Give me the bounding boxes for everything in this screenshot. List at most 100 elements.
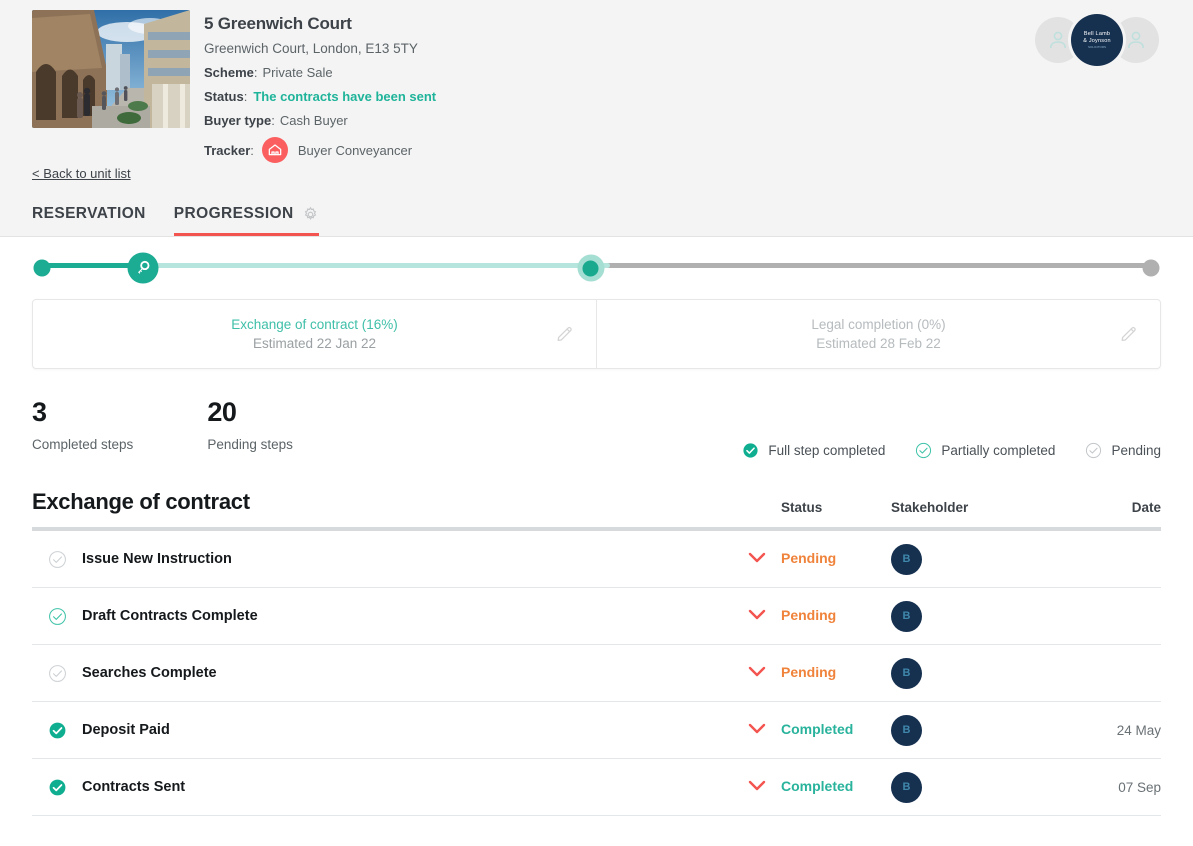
brand-line1: Bell Lamb: [1083, 30, 1111, 37]
tab-progression[interactable]: PROGRESSION: [173, 205, 319, 236]
step-status-icon[interactable]: [32, 778, 82, 797]
milestone-title: Legal completion (0%): [811, 317, 946, 332]
stat-pending-steps: 20 Pending steps: [207, 397, 293, 452]
status-badge: Completed: [781, 778, 854, 794]
buyer-type-row: Buyer type: Cash Buyer: [204, 113, 348, 128]
milestone-cards: Exchange of contract (16%) Estimated 22 …: [32, 299, 1161, 369]
expand-row-button[interactable]: [733, 664, 781, 682]
edit-milestone-legal-button[interactable]: [1119, 325, 1138, 344]
pencil-icon: [557, 326, 572, 341]
step-status-icon[interactable]: [32, 664, 82, 683]
status-row: Status: The contracts have been sent: [204, 89, 437, 104]
stat-label: Completed steps: [32, 437, 134, 452]
expand-row-button[interactable]: [733, 778, 781, 796]
stakeholder-avatar[interactable]: B: [891, 543, 922, 575]
step-status-icon[interactable]: [32, 721, 82, 740]
key-icon: [127, 252, 159, 284]
property-address: Greenwich Court, London, E13 5TY: [204, 41, 418, 56]
stakeholder-avatar[interactable]: B: [891, 657, 922, 689]
avatar-brand[interactable]: Bell Lamb & Joynson SOLICITORS: [1071, 14, 1123, 66]
check-filled-icon: [49, 722, 65, 738]
edit-milestone-exchange-button[interactable]: [555, 325, 574, 344]
stats-and-legend: 3 Completed steps 20 Pending steps Full …: [32, 397, 1161, 465]
property-title: 5 Greenwich Court: [204, 14, 352, 33]
step-status: Completed: [781, 721, 891, 739]
stakeholder-cell: B: [891, 600, 1041, 632]
step-name: Draft Contracts Complete: [82, 608, 258, 624]
table-header: Exchange of contract Status Stakeholder …: [32, 489, 1161, 531]
progress-dot-icon: [33, 259, 51, 277]
milestone-card-legal-completion: Legal completion (0%) Estimated 28 Feb 2…: [596, 300, 1160, 368]
chevron-down-icon: [748, 780, 766, 791]
expand-row-button[interactable]: [733, 607, 781, 625]
user-avatar-icon: [1128, 31, 1144, 49]
section-title: Exchange of contract: [32, 489, 250, 514]
check-filled-icon: [742, 442, 759, 459]
tracker-row: Tracker: Buyer Conveyancer: [204, 137, 436, 163]
check-outline-gray-icon-glyph: [1086, 442, 1102, 459]
stakeholder-initial: B: [902, 780, 911, 793]
stakeholder-avatar[interactable]: B: [891, 771, 922, 803]
status-badge: Pending: [781, 664, 837, 680]
tab-bar: RESERVATION PROGRESSION: [32, 205, 319, 236]
status-badge: Pending: [781, 550, 837, 566]
key-icon-glyph: [137, 260, 150, 274]
step-status-icon[interactable]: [32, 550, 82, 569]
milestone-card-exchange: Exchange of contract (16%) Estimated 22 …: [33, 300, 596, 368]
check-outline-gray-icon: [48, 550, 66, 568]
table-row[interactable]: Searches Complete Pending B: [32, 645, 1161, 702]
house-icon-glyph: [268, 144, 282, 156]
stakeholder-initial: B: [902, 723, 911, 736]
stakeholder-initial: B: [902, 666, 911, 679]
tracker-label: Tracker: [204, 142, 251, 158]
back-to-unit-list-link[interactable]: < Back to unit list: [32, 166, 131, 181]
check-outline-gray-icon: [48, 664, 66, 682]
table-row[interactable]: Contracts Sent Completed B 07 Sep: [32, 759, 1161, 816]
check-outline-teal-icon: [48, 607, 66, 625]
progress-node-end[interactable]: [1142, 259, 1160, 277]
chevron-down-icon: [748, 666, 766, 677]
progress-node-current[interactable]: [577, 254, 605, 282]
legend: Full step completed Partially completed …: [742, 442, 1161, 459]
gear-icon[interactable]: [302, 206, 319, 223]
status-label: Status: [204, 89, 244, 104]
buyer-type-value: Cash Buyer: [279, 113, 348, 128]
progress-track-filled: [42, 263, 133, 268]
expand-row-button[interactable]: [733, 721, 781, 739]
stakeholder-avatar[interactable]: B: [891, 714, 922, 746]
check-outline-teal-icon-glyph: [916, 442, 932, 459]
property-thumbnail: [32, 10, 190, 128]
buyer-type-label: Buyer type: [204, 113, 272, 128]
stakeholder-initial: B: [902, 609, 911, 622]
check-outline-teal-icon: [915, 442, 932, 459]
table-row[interactable]: Issue New Instruction Pending B: [32, 531, 1161, 588]
stakeholder-cell: B: [891, 543, 1041, 575]
legend-label: Partially completed: [941, 443, 1056, 458]
stakeholder-avatar[interactable]: B: [891, 600, 922, 632]
progress-node-key[interactable]: [127, 252, 159, 284]
table-row[interactable]: Draft Contracts Complete Pending B: [32, 588, 1161, 645]
chevron-down-icon: [748, 552, 766, 563]
pencil-icon: [1121, 326, 1136, 341]
table-row[interactable]: Deposit Paid Completed B 24 May: [32, 702, 1161, 759]
tab-reservation-label: RESERVATION: [32, 205, 146, 222]
milestone-estimate: Estimated 22 Jan 22: [252, 336, 377, 351]
step-status-icon[interactable]: [32, 607, 82, 626]
expand-row-button[interactable]: [733, 550, 781, 568]
step-status: Completed: [781, 778, 891, 796]
gear-icon-glyph: [304, 206, 316, 220]
step-name: Deposit Paid: [82, 722, 170, 738]
milestone-title: Exchange of contract (16%): [231, 317, 398, 332]
stat-label: Pending steps: [207, 437, 293, 452]
column-header-date: Date: [1131, 500, 1161, 515]
legend-item-full: Full step completed: [742, 442, 885, 459]
step-date: 07 Sep: [1118, 779, 1161, 795]
check-outline-gray-icon: [1085, 442, 1102, 459]
tracker-value: Buyer Conveyancer: [297, 142, 413, 158]
step-name: Issue New Instruction: [82, 551, 232, 567]
progress-node-start[interactable]: [33, 259, 51, 277]
stakeholder-cell: B: [891, 657, 1041, 689]
tab-reservation[interactable]: RESERVATION: [32, 205, 146, 236]
property-summary: 5 Greenwich Court Greenwich Court, Londo…: [0, 10, 1193, 163]
progress-timeline: [32, 237, 1161, 299]
